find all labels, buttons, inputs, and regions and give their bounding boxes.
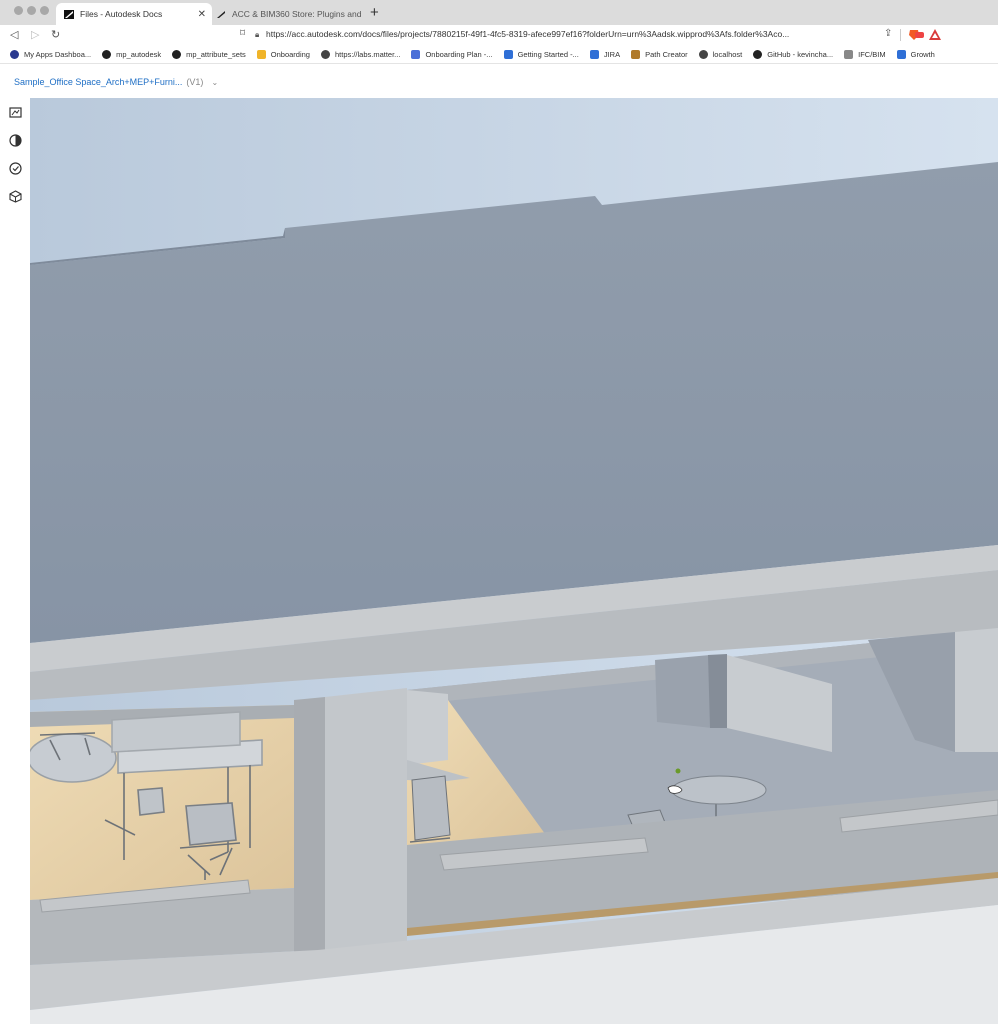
bookmark-item[interactable]: GitHub - kevincha... xyxy=(753,50,833,59)
structural-column[interactable] xyxy=(325,688,407,950)
bookmark-item[interactable]: Onboarding Plan -... xyxy=(411,50,493,59)
browser-toolbar: ◁ ▷ ↻ ⌑ 🔒︎ https://acc.autodesk.com/docs… xyxy=(0,25,998,46)
bookmark-item[interactable]: https://labs.matter... xyxy=(320,50,401,59)
confluence-icon xyxy=(896,50,906,59)
autodesk-icon xyxy=(217,10,225,18)
bookmark-item[interactable]: Growth xyxy=(896,50,935,59)
jira-icon xyxy=(589,50,599,59)
tab-acc-store[interactable]: ACC & BIM360 Store: Plugins and xyxy=(212,3,362,25)
bookmark-icon[interactable]: ⌑ xyxy=(240,28,245,39)
bookmark-label: mp_autodesk xyxy=(116,50,162,59)
bookmark-item[interactable]: IFC/BIM xyxy=(844,50,886,59)
bookmark-item[interactable]: Onboarding xyxy=(256,50,310,59)
new-tab-button[interactable]: + xyxy=(370,4,379,21)
tab-files-autodesk-docs[interactable]: Files - Autodesk Docs ✕ xyxy=(56,3,212,25)
minimize-window-button[interactable] xyxy=(27,6,36,15)
bookmark-item[interactable]: Path Creator xyxy=(631,50,688,59)
globe-icon xyxy=(698,50,708,59)
viewer-left-toolbar xyxy=(0,98,31,1024)
3d-model-viewport[interactable] xyxy=(30,98,998,1024)
ifc-icon xyxy=(844,50,854,59)
bookmark-label: Growth xyxy=(910,50,935,59)
bookmark-item[interactable]: mp_attribute_sets xyxy=(172,50,246,59)
bookmark-label: Onboarding Plan -... xyxy=(425,50,493,59)
appearance-icon[interactable] xyxy=(9,134,22,147)
browser-tab-bar: Files - Autodesk Docs ✕ ACC & BIM360 Sto… xyxy=(0,0,998,25)
bookmark-item[interactable]: localhost xyxy=(698,50,743,59)
autodesk-icon xyxy=(64,9,74,19)
reload-icon[interactable]: ↻ xyxy=(51,28,60,41)
globe-icon xyxy=(320,50,330,59)
back-icon[interactable]: ◁ xyxy=(10,28,18,41)
tab-title: ACC & BIM360 Store: Plugins and xyxy=(232,9,362,19)
bookmark-label: localhost xyxy=(712,50,743,59)
bookmark-label: https://labs.matter... xyxy=(334,50,401,59)
share-icon[interactable]: ⇪ xyxy=(884,28,892,39)
brave-rewards-icon[interactable] xyxy=(929,29,941,40)
model-browser-icon[interactable] xyxy=(9,190,22,203)
bookmark-label: JIRA xyxy=(603,50,621,59)
doc-icon xyxy=(411,50,421,59)
circle-icon xyxy=(10,50,19,59)
bookmark-item[interactable]: Getting Started -... xyxy=(503,50,579,59)
confluence-icon xyxy=(503,50,513,59)
bookmark-label: Path Creator xyxy=(645,50,688,59)
bookmark-label: Getting Started -... xyxy=(517,50,579,59)
github-icon xyxy=(753,50,763,59)
document-name[interactable]: Sample_Office Space_Arch+MEP+Furni... xyxy=(14,77,182,87)
lock-icon: 🔒︎ xyxy=(255,30,260,39)
bookmark-label: mp_attribute_sets xyxy=(186,50,246,59)
toolbar-divider xyxy=(900,29,901,41)
bookmark-label: GitHub - kevincha... xyxy=(767,50,834,59)
bookmark-label: My Apps Dashboa... xyxy=(24,50,92,59)
forward-icon[interactable]: ▷ xyxy=(31,28,39,41)
maximize-window-button[interactable] xyxy=(40,6,49,15)
bookmark-item[interactable]: mp_autodesk xyxy=(102,50,161,59)
bookmark-label: Onboarding xyxy=(270,50,310,59)
document-title[interactable]: Sample_Office Space_Arch+MEP+Furni... (V1… xyxy=(14,77,218,87)
close-tab-icon[interactable]: ✕ xyxy=(198,9,206,20)
building-model-render[interactable] xyxy=(30,98,998,1024)
close-window-button[interactable] xyxy=(14,6,23,15)
brave-shield-icon[interactable] xyxy=(908,29,924,41)
path-icon xyxy=(631,50,641,59)
github-icon xyxy=(102,50,112,59)
version-label: (V1) xyxy=(186,77,204,87)
tab-title: Files - Autodesk Docs xyxy=(80,9,163,19)
bookmarks-bar: My Apps Dashboa... mp_autodesk mp_attribut… xyxy=(0,46,998,64)
folder-icon xyxy=(256,50,266,59)
address-bar[interactable]: https://acc.autodesk.com/docs/files/proj… xyxy=(266,29,876,39)
chevron-down-icon[interactable]: ⌄ xyxy=(211,78,218,87)
bookmark-item[interactable]: JIRA xyxy=(589,50,621,59)
column-side xyxy=(294,697,325,952)
bookmark-item[interactable]: My Apps Dashboa... xyxy=(10,50,91,59)
github-icon xyxy=(172,50,182,59)
sheets-icon[interactable] xyxy=(9,106,22,119)
checkmark-icon[interactable] xyxy=(9,162,22,175)
bookmark-label: IFC/BIM xyxy=(858,50,886,59)
